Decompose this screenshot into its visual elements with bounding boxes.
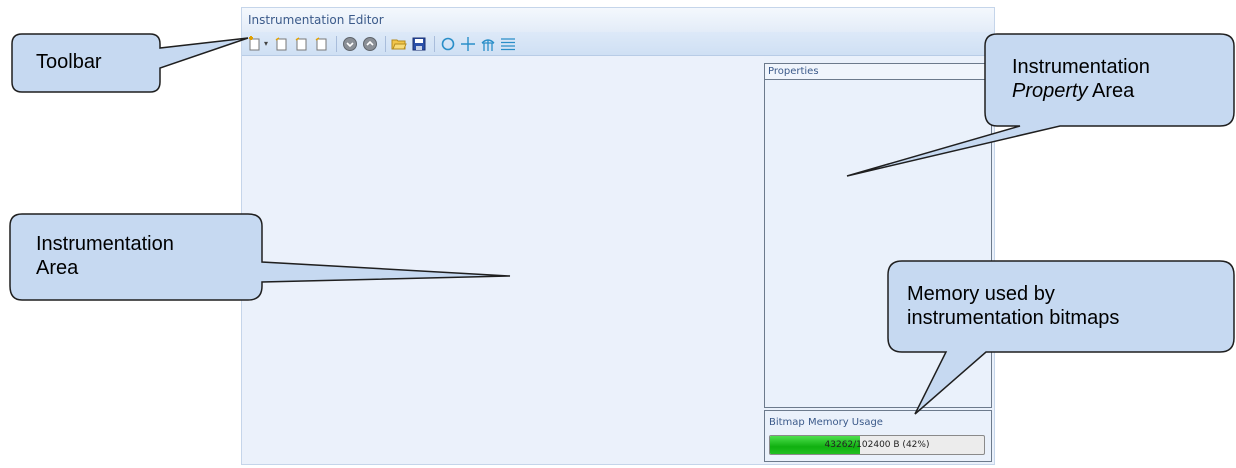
callout-property-italic: Property: [1012, 80, 1088, 102]
callout-property-rest: Area: [1087, 80, 1135, 102]
callout-memory-line2: instrumentation bitmaps: [907, 307, 1120, 329]
callout-memory-text: Memory used by instrumentation bitmaps: [907, 282, 1119, 330]
callout-toolbar-text: Toolbar: [36, 51, 102, 73]
callout-property-line1: Instrumentation: [1012, 56, 1150, 78]
callout-memory-line1: Memory used by: [907, 283, 1055, 305]
callout-property-area-text: Instrumentation Property Area: [1012, 55, 1150, 103]
callout-instrumentation-area-text: Instrumentation Area: [36, 232, 174, 280]
callout-property-line2: Property Area: [1012, 79, 1150, 103]
callout-instr-line2: Area: [36, 257, 79, 279]
callout-instr-line1: Instrumentation: [36, 233, 174, 255]
